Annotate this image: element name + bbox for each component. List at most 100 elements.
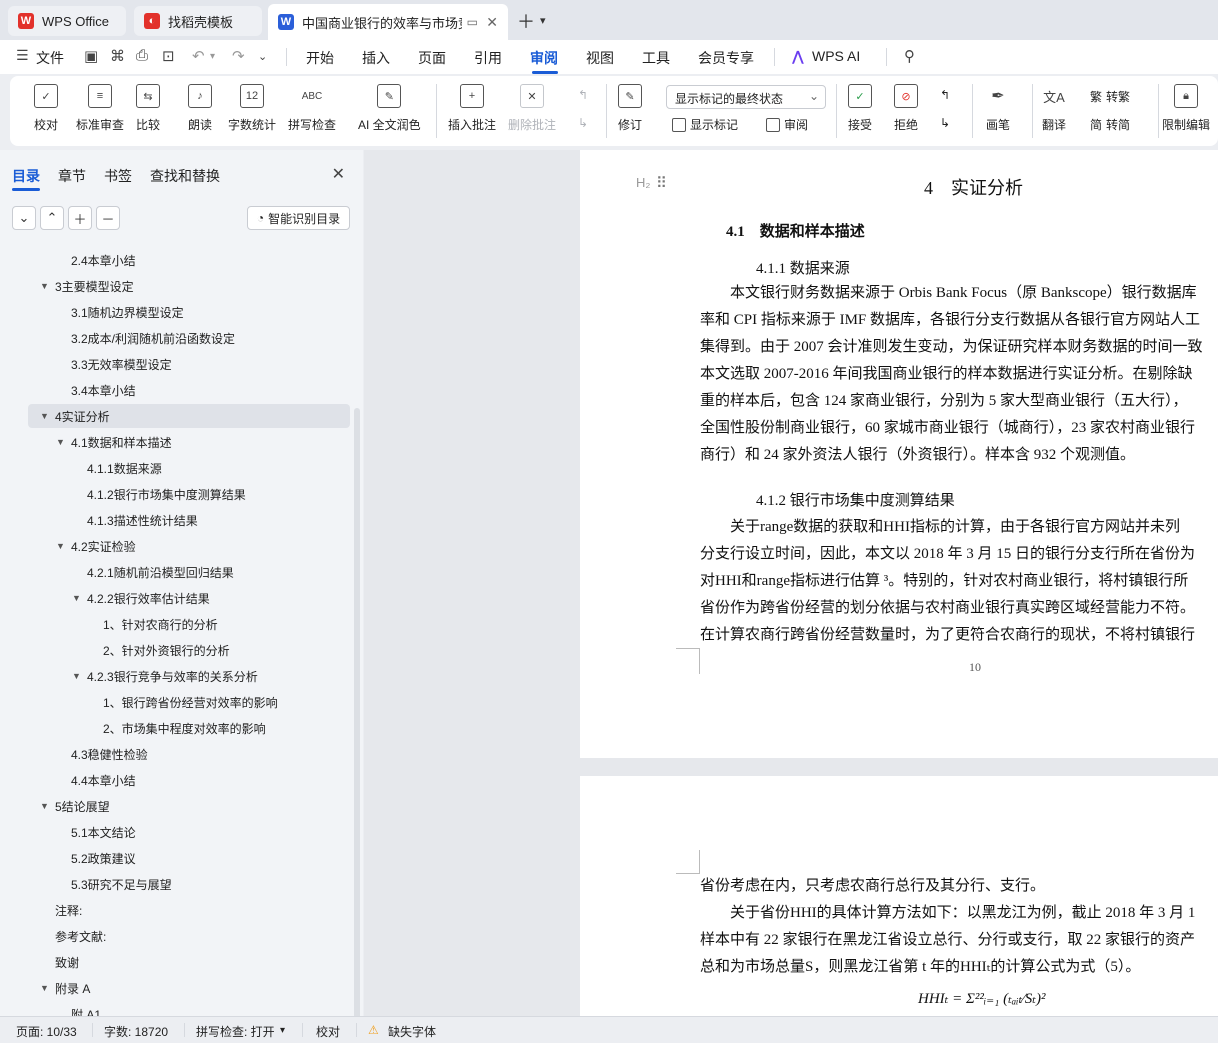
new-tab-icon[interactable]: ＋ (517, 8, 535, 34)
toc-item[interactable]: 5.3研究不足与展望 (0, 872, 350, 896)
compare-button[interactable]: ⇆ 比较 (136, 84, 160, 133)
toc-item[interactable]: ▼ 4.2.3银行竞争与效率的关系分析 (0, 664, 350, 688)
translate-button[interactable]: 文A 翻译 (1042, 84, 1066, 133)
undo-icon[interactable]: ↶ (192, 47, 205, 65)
menu-insert[interactable]: 插入 (362, 48, 390, 68)
share-icon[interactable]: ⌘ (110, 47, 125, 65)
toc-item[interactable]: 2.4本章小结 (0, 248, 350, 272)
collapse-down-button[interactable]: ⌄ (12, 206, 36, 230)
prev-change-icon[interactable]: ↰ (940, 88, 950, 102)
toc-item[interactable]: 4.1.1数据来源 (0, 456, 350, 480)
tab-docer-templates[interactable]: ◐ 找稻壳模板 (134, 6, 262, 36)
page-indicator[interactable]: 页面: 10/33 (16, 1023, 77, 1040)
menu-view[interactable]: 视图 (586, 48, 614, 68)
prev-comment-icon[interactable]: ↰ (578, 88, 588, 102)
close-panel-icon[interactable]: ✕ (332, 164, 345, 184)
toc-item[interactable]: ▼ 4实证分析 (28, 404, 350, 428)
toc-item[interactable]: 4.3稳健性检验 (0, 742, 350, 766)
expand-triangle-icon[interactable]: ▼ (56, 541, 65, 551)
to-traditional-button[interactable]: 繁转繁 (1090, 88, 1130, 105)
menu-wps-ai[interactable]: WPS AI (812, 48, 860, 64)
tab-toc[interactable]: 目录 (12, 166, 40, 186)
word-count-indicator[interactable]: 字数: 18720 (104, 1023, 168, 1040)
reject-button[interactable]: ⊘ 拒绝 (894, 84, 918, 133)
menu-membership[interactable]: 会员专享 (698, 48, 754, 68)
markup-mode-select[interactable]: 显示标记的最终状态 ⌄ (666, 85, 826, 109)
smart-toc-button[interactable]: ◔ 智能识别目录 (247, 206, 350, 230)
menu-review[interactable]: 审阅 (530, 48, 558, 68)
toc-item[interactable]: 3.1随机边界模型设定 (0, 300, 350, 324)
add-heading-button[interactable]: ＋ (68, 206, 92, 230)
spell-check-button[interactable]: ABC 拼写检查 (288, 84, 336, 133)
toc-item[interactable]: 2、针对外资银行的分析 (0, 638, 350, 662)
word-count-button[interactable]: 12 字数统计 (228, 84, 276, 133)
wps-ai-icon[interactable]: ⋀ (792, 48, 804, 65)
toc-item[interactable]: 4.1.3描述性统计结果 (0, 508, 350, 532)
more-quick-icon[interactable]: ⌄ (258, 50, 267, 63)
toc-item[interactable]: ▼ 4.1数据和样本描述 (0, 430, 350, 454)
toc-item[interactable]: 3.2成本/利润随机前沿函数设定 (0, 326, 350, 350)
menu-tools[interactable]: 工具 (642, 48, 670, 68)
toc-item[interactable]: ▼ 4.2实证检验 (0, 534, 350, 558)
next-comment-icon[interactable]: ↳ (578, 116, 588, 130)
menu-home[interactable]: 开始 (306, 48, 334, 68)
tab-find-replace[interactable]: 查找和替换 (150, 166, 220, 186)
toc-item[interactable]: 4.1.2银行市场集中度测算结果 (0, 482, 350, 506)
expand-triangle-icon[interactable]: ▼ (72, 671, 81, 681)
missing-font-status[interactable]: 缺失字体 (388, 1023, 436, 1040)
accept-button[interactable]: ✓ 接受 (848, 84, 872, 133)
toc-item[interactable]: 致谢 (0, 950, 350, 974)
expand-triangle-icon[interactable]: ▼ (40, 983, 49, 993)
to-simplified-button[interactable]: 简转简 (1090, 116, 1130, 133)
toc-item[interactable]: 4.4本章小结 (0, 768, 350, 792)
review-pane-button[interactable]: 审阅 (766, 116, 808, 133)
tab-current-document[interactable]: W 中国商业银行的效率与市场竞 ▭ ✕ (268, 4, 508, 40)
revise-button[interactable]: ✎ 修订 (618, 84, 642, 133)
hamburger-icon[interactable]: ☰ (16, 47, 29, 64)
toc-item[interactable]: 4.2.1随机前沿模型回归结果 (0, 560, 350, 584)
expand-triangle-icon[interactable]: ▼ (40, 281, 49, 291)
ai-polish-button[interactable]: ✎ AI 全文润色 (358, 84, 421, 133)
proofread-button[interactable]: ✓ 校对 (34, 84, 58, 133)
tab-chapters[interactable]: 章节 (58, 166, 86, 186)
drag-handle-icon[interactable]: ⠿ (656, 174, 667, 192)
tab-bookmarks[interactable]: 书签 (104, 166, 132, 186)
toc-item[interactable]: 3.4本章小结 (0, 378, 350, 402)
toc-item[interactable]: ▼ 4.2.2银行效率估计结果 (0, 586, 350, 610)
standard-review-button[interactable]: ≡ 标准审查 (76, 84, 124, 133)
menu-page[interactable]: 页面 (418, 48, 446, 68)
close-tab-icon[interactable]: ✕ (486, 14, 498, 31)
spell-check-status[interactable]: 拼写检查: 打开 (196, 1023, 275, 1040)
expand-triangle-icon[interactable]: ▼ (40, 411, 49, 421)
toc-item[interactable]: 2、市场集中程度对效率的影响 (0, 716, 350, 740)
print-icon[interactable]: ⎙ (136, 47, 148, 64)
menu-references[interactable]: 引用 (474, 48, 502, 68)
toc-scrollbar[interactable] (354, 408, 360, 1028)
toc-item[interactable]: 1、银行跨省份经营对效率的影响 (0, 690, 350, 714)
show-markup-button[interactable]: 显示标记 (672, 116, 738, 133)
next-change-icon[interactable]: ↳ (940, 116, 950, 130)
save-icon[interactable]: ▣ (84, 47, 98, 65)
proof-status[interactable]: 校对 (316, 1023, 340, 1040)
restrict-edit-button[interactable]: 🔒︎ 限制编辑 (1162, 84, 1210, 133)
toc-item[interactable]: 5.2政策建议 (0, 846, 350, 870)
redo-icon[interactable]: ↷ (232, 47, 245, 65)
toc-item[interactable]: 参考文献: (0, 924, 350, 948)
toc-item[interactable]: ▼ 5结论展望 (0, 794, 350, 818)
monitor-icon[interactable]: ▭ (467, 15, 478, 29)
toc-item[interactable]: 注释: (0, 898, 350, 922)
toc-item[interactable]: 1、针对农商行的分析 (0, 612, 350, 636)
toc-item[interactable]: ▼ 附录 A (0, 976, 350, 1000)
toc-item[interactable]: ▼ 3主要模型设定 (0, 274, 350, 298)
pen-button[interactable]: ✒ 画笔 (986, 84, 1010, 133)
expand-triangle-icon[interactable]: ▼ (56, 437, 65, 447)
print-preview-icon[interactable]: ⊡ (162, 47, 175, 65)
undo-dropdown-icon[interactable]: ▾ (210, 51, 215, 62)
collapse-up-button[interactable]: ⌃ (40, 206, 64, 230)
tab-wps-office[interactable]: W WPS Office (8, 6, 126, 36)
remove-heading-button[interactable]: － (96, 206, 120, 230)
expand-triangle-icon[interactable]: ▼ (40, 801, 49, 811)
delete-comment-button[interactable]: ✕ 删除批注 (508, 84, 556, 133)
toc-item[interactable]: 3.3无效率模型设定 (0, 352, 350, 376)
search-icon[interactable]: ⚲ (904, 47, 915, 65)
